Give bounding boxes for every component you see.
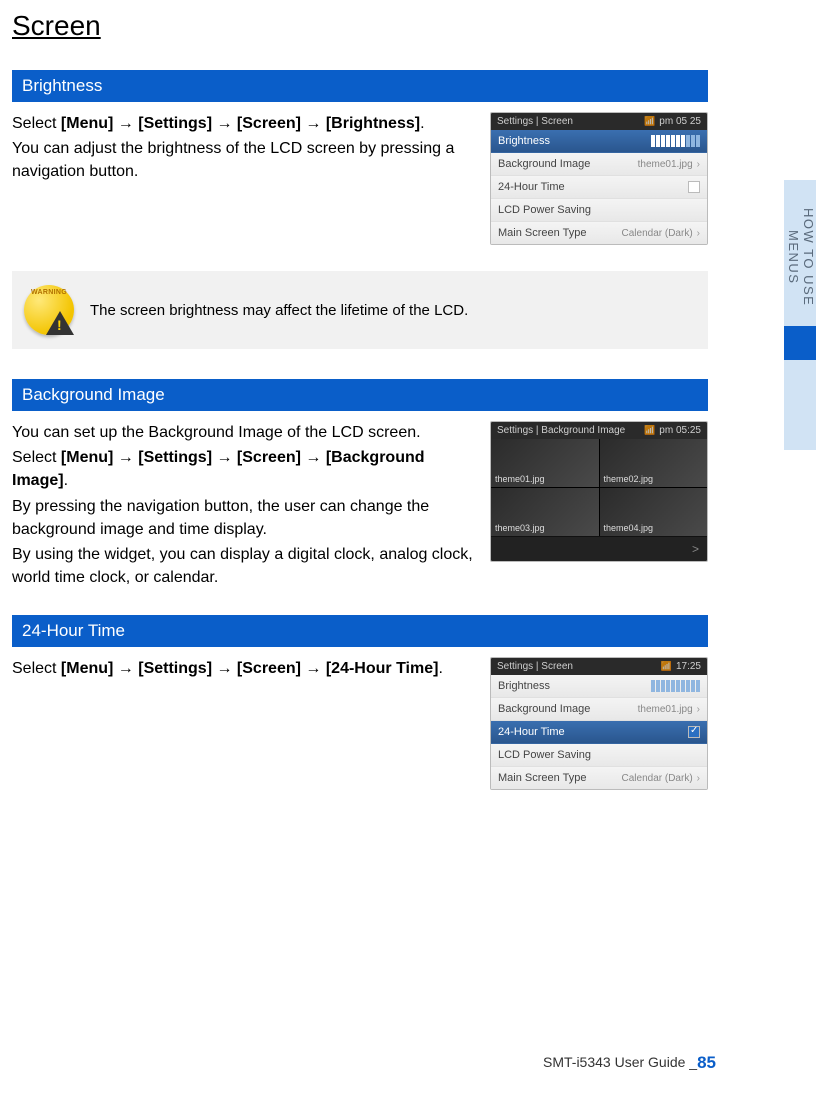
warning-label: WARNING xyxy=(31,289,67,296)
path-target: [24-Hour Time] xyxy=(326,660,439,677)
bgimage-body1: You can set up the Background Image of t… xyxy=(12,421,478,444)
dev-value: theme01.jpg xyxy=(638,159,693,170)
side-tab: HOW TO USE MENUS xyxy=(784,180,816,450)
brightness-bars-icon xyxy=(651,680,700,692)
dev-label: LCD Power Saving xyxy=(498,204,591,216)
theme-thumbnail[interactable]: theme04.jpg xyxy=(600,488,708,536)
brightness-text: Select [Menu] → [Settings] → [Screen] → … xyxy=(12,112,478,245)
dev-row-24hour[interactable]: 24-Hour Time xyxy=(491,176,707,199)
bgimage-text: You can set up the Background Image of t… xyxy=(12,421,478,591)
screenshot-24hour: Settings | Screen 17:25 Brightness Backg… xyxy=(490,657,708,790)
dev-label: 24-Hour Time xyxy=(498,181,565,193)
time24-text: Select [Menu] → [Settings] → [Screen] → … xyxy=(12,657,478,790)
path-arrow: → xyxy=(212,660,237,677)
path-settings: [Settings] xyxy=(138,660,212,677)
dev-row-lcdpower[interactable]: LCD Power Saving xyxy=(491,199,707,222)
dev-row-bgimage[interactable]: Background Image theme01.jpg › xyxy=(491,698,707,721)
dev-label: Brightness xyxy=(498,680,550,692)
select-prefix: Select xyxy=(12,115,61,132)
thumb-caption: theme02.jpg xyxy=(604,474,654,484)
path-arrow: → xyxy=(301,115,326,132)
brightness-body2: You can adjust the brightness of the LCD… xyxy=(12,137,478,183)
path-menu: [Menu] xyxy=(61,660,113,677)
path-screen: [Screen] xyxy=(237,660,301,677)
dev-time: 17:25 xyxy=(661,661,701,672)
path-arrow: → xyxy=(113,115,138,132)
chevron-right-icon: › xyxy=(697,228,700,239)
thumb-caption: theme04.jpg xyxy=(604,523,654,533)
warning-text: The screen brightness may affect the lif… xyxy=(90,302,468,319)
dev-breadcrumb: Settings | Screen xyxy=(497,116,573,127)
dev-time: pm 05 25 xyxy=(644,116,701,127)
path-menu: [Menu] xyxy=(61,449,113,466)
path-target: [Brightness] xyxy=(326,115,420,132)
dev-value: Calendar (Dark) xyxy=(622,773,693,784)
chevron-right-icon: › xyxy=(697,159,700,170)
brightness-bars-icon xyxy=(651,135,700,147)
period: . xyxy=(420,115,424,132)
path-arrow: → xyxy=(212,449,237,466)
dev-label: Background Image xyxy=(498,703,590,715)
path-menu: [Menu] xyxy=(61,115,113,132)
period: . xyxy=(438,660,442,677)
footer-text: SMT-i5343 User Guide _ xyxy=(543,1054,697,1070)
dev-row-mainscreen[interactable]: Main Screen Type Calendar (Dark) › xyxy=(491,222,707,244)
dev-label: Main Screen Type xyxy=(498,772,586,784)
period: . xyxy=(64,472,68,489)
dev-row-lcdpower[interactable]: LCD Power Saving xyxy=(491,744,707,767)
thumb-caption: theme01.jpg xyxy=(495,474,545,484)
section-header-bgimage: Background Image xyxy=(12,379,708,411)
thumb-caption: theme03.jpg xyxy=(495,523,545,533)
checkbox-icon xyxy=(688,181,700,193)
dev-label: 24-Hour Time xyxy=(498,726,565,738)
path-screen: [Screen] xyxy=(237,449,301,466)
dev-time: pm 05:25 xyxy=(644,425,701,436)
path-screen: [Screen] xyxy=(237,115,301,132)
dev-value: theme01.jpg xyxy=(638,704,693,715)
bgimage-body4: By using the widget, you can display a d… xyxy=(12,543,478,589)
page-title: Screen xyxy=(12,10,708,42)
dev-row-brightness[interactable]: Brightness xyxy=(491,675,707,698)
chevron-right-icon: > xyxy=(692,542,699,556)
dev-label: Brightness xyxy=(498,135,550,147)
dev-breadcrumb: Settings | Screen xyxy=(497,661,573,672)
warning-callout: WARNING The screen brightness may affect… xyxy=(12,271,708,349)
side-tab-lower xyxy=(784,360,816,451)
chevron-right-icon: › xyxy=(697,773,700,784)
path-arrow: → xyxy=(301,660,326,677)
dev-label: LCD Power Saving xyxy=(498,749,591,761)
nav-next[interactable]: > xyxy=(491,536,707,561)
dev-row-24hour[interactable]: 24-Hour Time xyxy=(491,721,707,744)
section-header-brightness: Brightness xyxy=(12,70,708,102)
section-header-24hour: 24-Hour Time xyxy=(12,615,708,647)
screenshot-bgimage: Settings | Background Image pm 05:25 the… xyxy=(490,421,708,591)
page-number: 85 xyxy=(697,1053,716,1072)
dev-breadcrumb: Settings | Background Image xyxy=(497,425,625,436)
path-settings: [Settings] xyxy=(138,449,212,466)
path-arrow: → xyxy=(113,660,138,677)
dev-label: Main Screen Type xyxy=(498,227,586,239)
page-footer: SMT-i5343 User Guide _85 xyxy=(543,1053,716,1073)
dev-label: Background Image xyxy=(498,158,590,170)
theme-thumbnail[interactable]: theme01.jpg xyxy=(491,439,599,487)
path-settings: [Settings] xyxy=(138,115,212,132)
checkbox-checked-icon xyxy=(688,726,700,738)
path-arrow: → xyxy=(113,449,138,466)
select-prefix: Select xyxy=(12,449,61,466)
dev-row-mainscreen[interactable]: Main Screen Type Calendar (Dark) › xyxy=(491,767,707,789)
bgimage-body3: By pressing the navigation button, the u… xyxy=(12,495,478,541)
dev-row-bgimage[interactable]: Background Image theme01.jpg › xyxy=(491,153,707,176)
path-arrow: → xyxy=(301,449,326,466)
theme-thumbnail[interactable]: theme03.jpg xyxy=(491,488,599,536)
side-tab-marker xyxy=(784,326,816,360)
path-arrow: → xyxy=(212,115,237,132)
chevron-right-icon: › xyxy=(697,704,700,715)
theme-thumbnail[interactable]: theme02.jpg xyxy=(600,439,708,487)
side-tab-label: HOW TO USE MENUS xyxy=(784,180,816,326)
select-prefix: Select xyxy=(12,660,61,677)
warning-icon: WARNING xyxy=(22,283,76,337)
screenshot-brightness: Settings | Screen pm 05 25 Brightness Ba… xyxy=(490,112,708,245)
dev-row-brightness[interactable]: Brightness xyxy=(491,130,707,153)
dev-value: Calendar (Dark) xyxy=(622,228,693,239)
